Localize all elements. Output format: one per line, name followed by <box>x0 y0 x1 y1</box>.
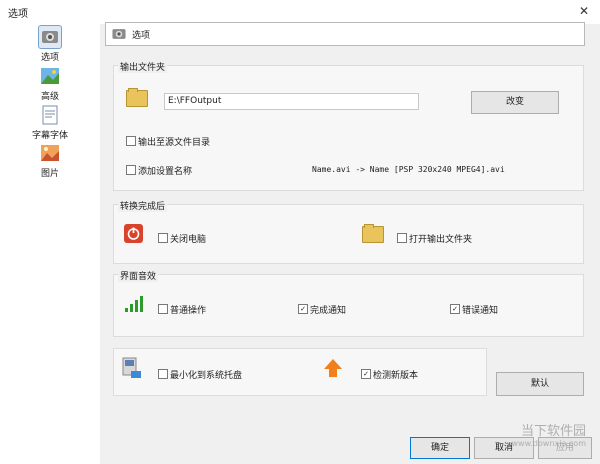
sidebar-item-label: 字幕字体 <box>31 131 68 141</box>
sound-group: 界面音效 普通操作 ✓ 完成通知 ✓ 错误通知 <box>113 269 584 337</box>
sidebar: 选项 高级 字幕字体 图片 <box>0 24 100 464</box>
minimize-tray-label: 最小化到系统托盘 <box>170 371 243 381</box>
advanced-icon <box>39 65 61 87</box>
upgrade-arrow-icon <box>323 358 343 381</box>
options-icon <box>110 25 128 46</box>
sidebar-item-options[interactable]: 选项 <box>0 25 100 63</box>
group-title: 转换完成后 <box>118 199 168 212</box>
check-update-checkbox[interactable]: ✓ <box>361 369 371 379</box>
add-settings-label: 添加设置名称 <box>138 167 193 177</box>
folder-icon <box>126 88 148 107</box>
minimize-tray-checkbox[interactable] <box>158 369 168 379</box>
page-title: 选项 <box>132 31 151 41</box>
title-bar: 选项 ✕ <box>0 0 600 24</box>
naming-example: Name.avi -> Name [PSP 320x240 MPEG4].avi <box>312 165 505 174</box>
group-title: 输出文件夹 <box>118 60 168 73</box>
folder-icon <box>362 224 384 243</box>
source-dir-checkbox[interactable] <box>126 136 136 146</box>
options-icon <box>38 25 62 49</box>
watermark-url: www.downxia.com <box>511 439 586 448</box>
after-convert-group: 转换完成后 关闭电脑 打开输出文件夹 <box>113 199 584 264</box>
group-title: 界面音效 <box>118 269 159 282</box>
output-folder-group: 输出文件夹 E:\FFOutput 改变 输出至源文件目录 添加设置名称 Nam… <box>113 60 584 191</box>
complete-sound-checkbox[interactable]: ✓ <box>298 304 308 314</box>
close-icon[interactable]: ✕ <box>575 2 593 20</box>
picture-icon <box>39 142 61 164</box>
watermark: 当下软件园 www.downxia.com <box>511 420 586 448</box>
sidebar-item-label: 图片 <box>40 169 59 179</box>
page-header: 选项 <box>105 22 585 46</box>
error-sound-label: 错误通知 <box>462 306 499 316</box>
shutdown-checkbox[interactable] <box>158 233 168 243</box>
complete-sound-label: 完成通知 <box>310 306 347 316</box>
sidebar-item-label: 高级 <box>40 92 59 102</box>
sidebar-item-picture[interactable]: 图片 <box>0 142 100 179</box>
shutdown-label: 关闭电脑 <box>170 235 207 245</box>
sidebar-item-subtitle-font[interactable]: 字幕字体 <box>0 104 100 141</box>
tray-icon <box>122 357 142 382</box>
check-update-label: 检测新版本 <box>373 371 419 381</box>
ok-button[interactable]: 确定 <box>410 437 470 459</box>
open-folder-label: 打开输出文件夹 <box>409 235 473 245</box>
window-title: 选项 <box>8 9 28 20</box>
add-settings-checkbox[interactable] <box>126 165 136 175</box>
source-dir-label: 输出至源文件目录 <box>138 138 211 148</box>
open-folder-checkbox[interactable] <box>397 233 407 243</box>
normal-sound-label: 普通操作 <box>170 306 207 316</box>
output-path-field[interactable]: E:\FFOutput <box>164 93 419 110</box>
default-button[interactable]: 默认 <box>496 372 584 396</box>
watermark-brand: 当下软件园 <box>520 424 586 439</box>
misc-group: 最小化到系统托盘 ✓ 检测新版本 <box>113 348 487 396</box>
power-icon <box>124 224 143 243</box>
change-button[interactable]: 改变 <box>471 91 559 114</box>
error-sound-checkbox[interactable]: ✓ <box>450 304 460 314</box>
normal-sound-checkbox[interactable] <box>158 304 168 314</box>
subtitle-font-icon <box>39 104 61 126</box>
sidebar-item-advanced[interactable]: 高级 <box>0 65 100 102</box>
signal-icon <box>124 295 144 316</box>
sidebar-item-label: 选项 <box>40 53 59 63</box>
